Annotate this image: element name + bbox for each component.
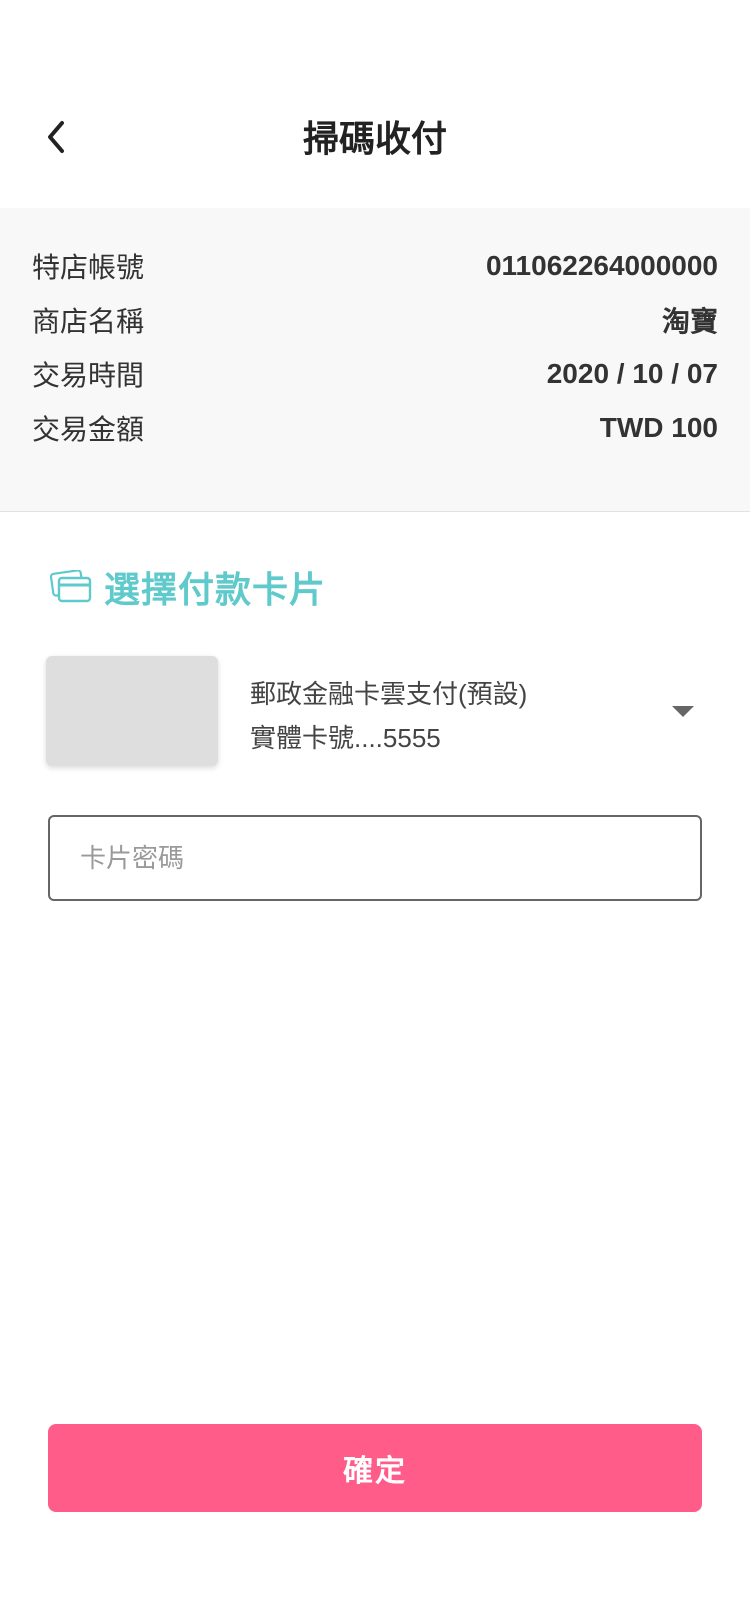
section-title-text: 選擇付款卡片 [104, 569, 327, 610]
info-label: 交易時間 [32, 360, 145, 391]
info-label: 商店名稱 [32, 306, 145, 337]
transaction-info-panel: 特店帳號 011062264000000 商店名稱 淘寶 交易時間 2020 /… [0, 208, 750, 512]
info-label: 特店帳號 [32, 252, 145, 283]
payment-card-selector[interactable]: 郵政金融卡雲支付(預設) 實體卡號....5555 [46, 654, 706, 770]
card-thumbnail [46, 656, 218, 766]
caret-down-icon[interactable] [672, 706, 694, 717]
confirm-button[interactable]: 確定 [48, 1424, 702, 1512]
app-header: 掃碼收付 [0, 0, 750, 208]
info-row-merchant-id: 特店帳號 011062264000000 [32, 246, 718, 286]
card-password-input[interactable] [48, 815, 702, 901]
select-card-heading: 選擇付款卡片 [50, 562, 326, 612]
info-value: TWD 100 [599, 412, 718, 443]
info-label: 交易金額 [32, 414, 145, 445]
info-row-transaction-time: 交易時間 2020 / 10 / 07 [32, 354, 718, 394]
info-value: 淘寶 [661, 306, 718, 337]
info-value: 011062264000000 [485, 250, 718, 281]
card-name: 郵政金融卡雲支付(預設) [250, 679, 528, 709]
info-row-transaction-amount: 交易金額 TWD 100 [32, 408, 718, 448]
info-value: 2020 / 10 / 07 [546, 358, 718, 389]
credit-card-icon [50, 570, 92, 603]
info-row-store-name: 商店名稱 淘寶 [32, 300, 718, 340]
card-number: 實體卡號....5555 [250, 723, 441, 753]
page-title: 掃碼收付 [302, 118, 447, 159]
